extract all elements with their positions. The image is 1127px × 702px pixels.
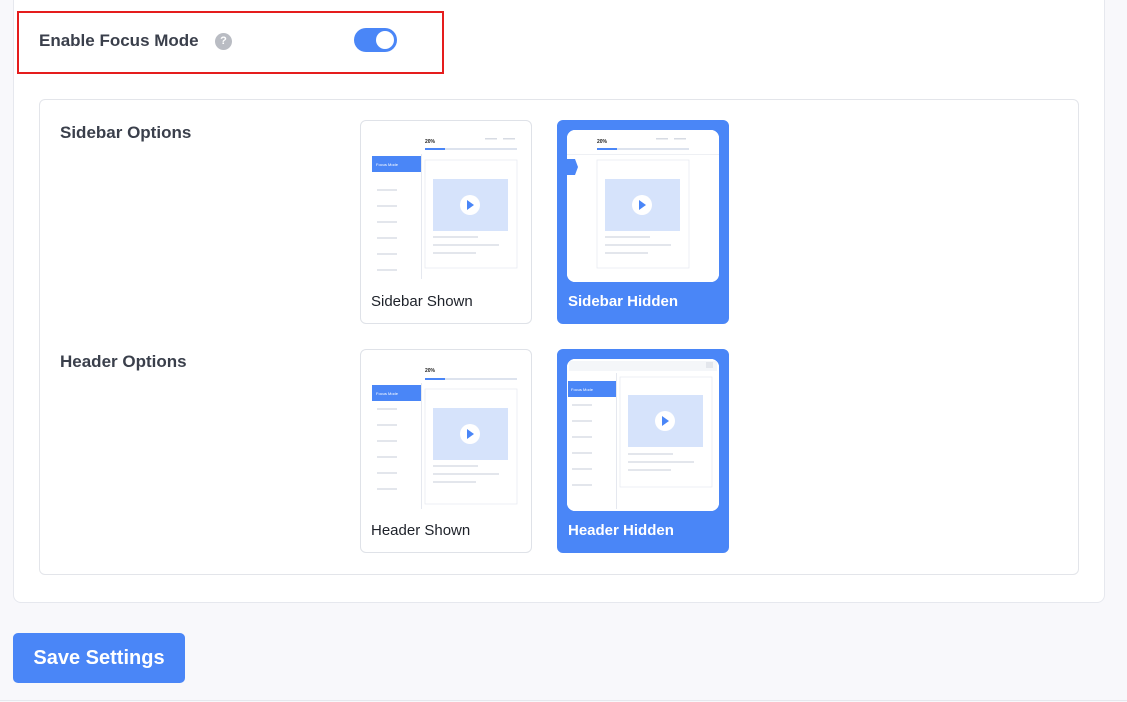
save-settings-button[interactable]: Save Settings xyxy=(13,633,185,683)
preview-illustration: 20% Focus Mode xyxy=(370,359,522,511)
focus-mode-toggle[interactable] xyxy=(354,28,397,52)
bottom-divider xyxy=(0,700,1127,701)
header-options-label: Header Options xyxy=(60,352,187,371)
sidebar-hidden-preview: 20% xyxy=(567,130,719,282)
help-icon[interactable]: ? xyxy=(215,33,232,50)
focus-mode-label: Enable Focus Mode xyxy=(39,31,199,50)
preview-sidebar-text: Focus Mode xyxy=(376,162,399,167)
header-hidden-option[interactable]: Focus Mode Header Hidden xyxy=(557,349,729,553)
preview-illustration: Focus Mode xyxy=(567,359,719,511)
toggle-knob xyxy=(376,31,394,49)
sidebar-options-label: Sidebar Options xyxy=(60,123,192,142)
preview-sidebar-text: Focus Mode xyxy=(571,387,594,392)
sidebar-shown-label: Sidebar Shown xyxy=(371,293,473,310)
header-hidden-preview: Focus Mode xyxy=(567,359,719,511)
sidebar-hidden-option[interactable]: 20% Sidebar Hidden xyxy=(557,120,729,324)
header-shown-option[interactable]: 20% Focus Mode Header Shown xyxy=(360,349,532,553)
preview-illustration: 20% xyxy=(567,130,719,282)
sidebar-shown-option[interactable]: 20% Focus Mode Sidebar Shown xyxy=(360,120,532,324)
sidebar-hidden-label: Sidebar Hidden xyxy=(568,293,679,310)
preview-sidebar-text: Focus Mode xyxy=(376,391,399,396)
header-hidden-label: Header Hidden xyxy=(568,522,674,539)
preview-illustration: 20% Focus Mode xyxy=(372,132,520,280)
sidebar-shown-preview: 20% Focus Mode xyxy=(370,130,522,282)
header-shown-preview: 20% Focus Mode xyxy=(370,359,522,511)
preview-progress-text: 20% xyxy=(425,368,436,374)
layout-options-panel: Sidebar Options 20% Focus Mode Sidebar S… xyxy=(39,99,1079,575)
preview-progress-text: 20% xyxy=(425,139,436,145)
preview-progress-text: 20% xyxy=(597,139,608,145)
header-shown-label: Header Shown xyxy=(371,522,471,539)
